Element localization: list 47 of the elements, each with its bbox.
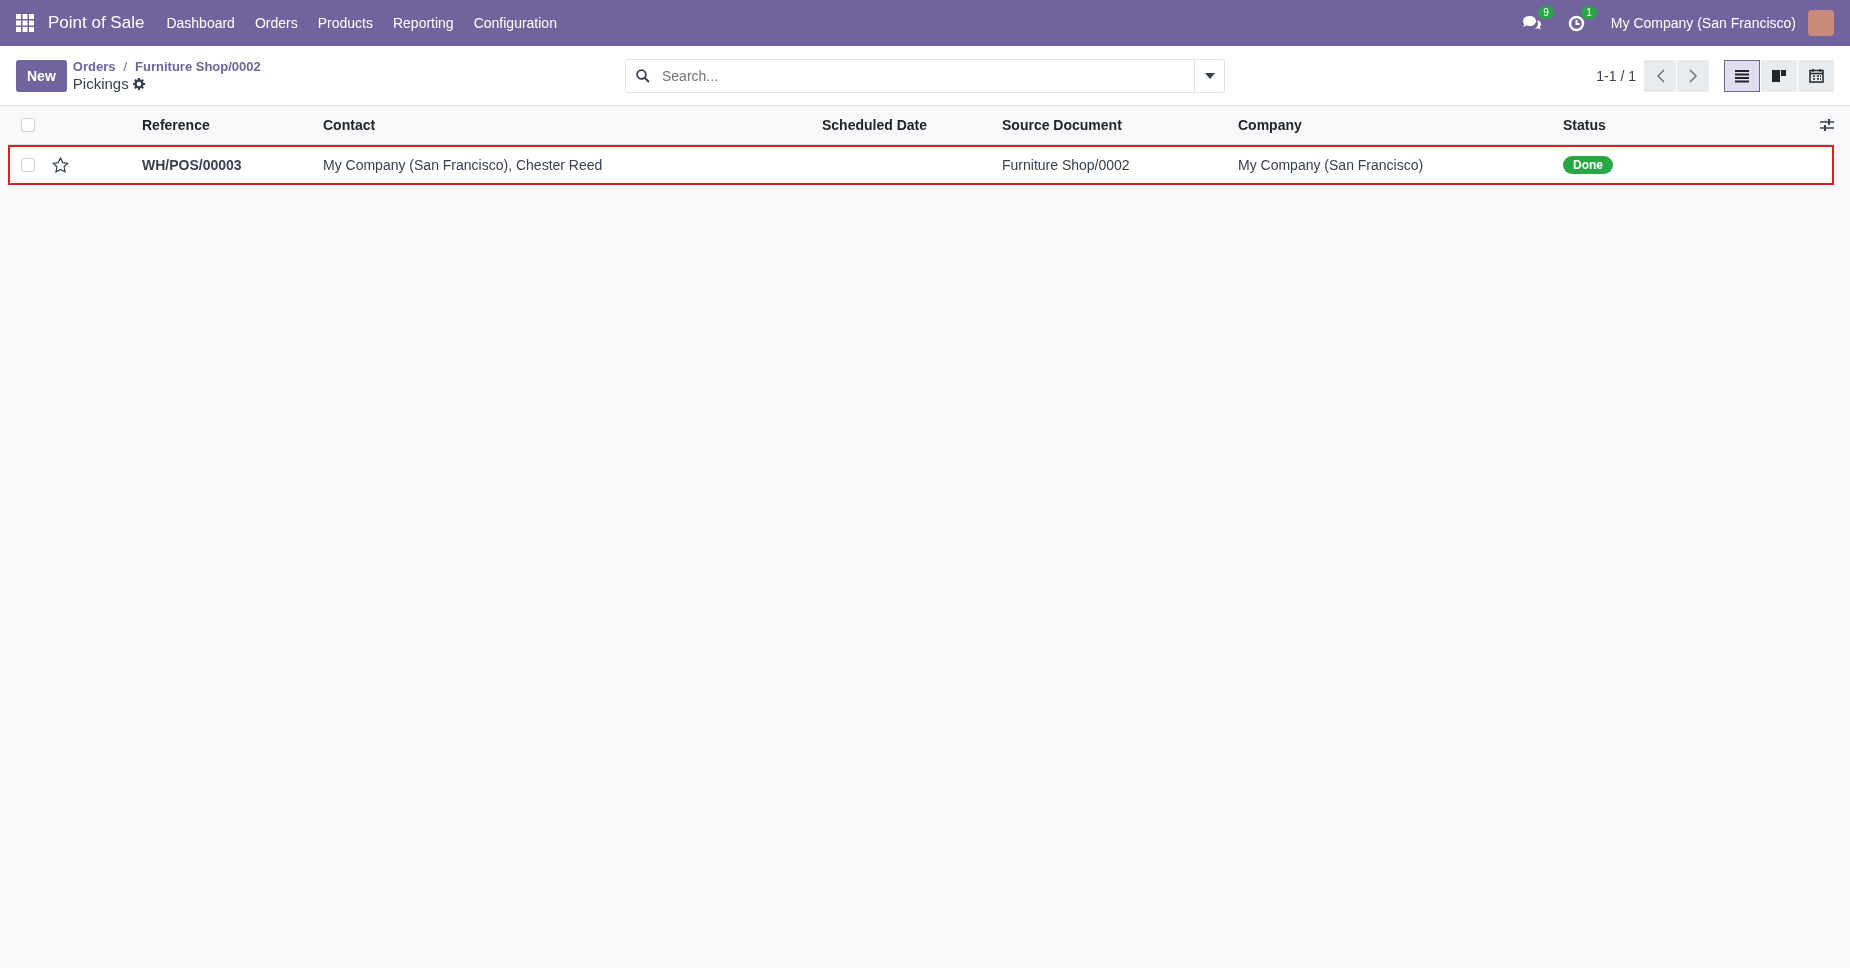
chevron-left-icon (1655, 68, 1665, 83)
column-header[interactable]: Scheduled Date (814, 117, 994, 133)
column-header[interactable]: Source Document (994, 117, 1230, 133)
breadcrumb-link[interactable]: Orders (72, 59, 116, 74)
column-header[interactable]: Status (1555, 117, 1796, 133)
menu-item[interactable]: Configuration (463, 15, 567, 31)
message-count-badge: 9 (1538, 6, 1554, 19)
clock-icon[interactable] (1567, 14, 1585, 32)
search-icon (636, 68, 650, 83)
menu-item[interactable]: Orders (244, 15, 308, 31)
app-name[interactable]: Point of Sale (48, 13, 145, 33)
star-icon[interactable] (52, 156, 69, 173)
company-switcher[interactable]: My Company (San Francisco) (1610, 15, 1796, 31)
table-cell-text: My Company (San Francisco), Chester Reed (322, 156, 604, 173)
search-field[interactable]: Search... (625, 58, 1195, 93)
chevron-right-icon (1688, 68, 1698, 83)
activity-count-badge: 1 (1581, 5, 1597, 19)
kanban-view-button[interactable] (1761, 59, 1797, 92)
menu-item[interactable]: Products (307, 15, 383, 31)
table-cell-text: My Company (San Francisco) (1237, 156, 1425, 173)
chat-icon[interactable] (1521, 15, 1542, 31)
list-view-button[interactable] (1724, 59, 1760, 92)
column-header[interactable]: Contact (315, 117, 814, 133)
calendar-view-button[interactable] (1798, 59, 1834, 92)
column-header[interactable]: Company (1230, 117, 1555, 133)
kanban-icon (1771, 68, 1787, 83)
breadcrumb-separator: / (123, 59, 128, 74)
select-all-checkbox[interactable] (21, 118, 35, 132)
table-cell-text: WH/POS/00003 (141, 156, 243, 173)
column-header[interactable]: Reference (134, 117, 315, 133)
search-options-button[interactable] (1195, 58, 1225, 93)
status-badge: Done (1563, 155, 1613, 174)
menu-item[interactable]: Dashboard (156, 15, 245, 31)
menu-item[interactable]: Reporting (382, 15, 464, 31)
new-button[interactable]: New (16, 59, 67, 92)
highlighted-row[interactable]: WH/POS/00003 My Company (San Francisco), Chester Reed Furniture Shop/0002 My Company (San Francisco) Done (8, 145, 1834, 185)
list-icon (1734, 68, 1750, 83)
apps-grid-icon[interactable] (16, 14, 34, 32)
table-cell-text: Furniture Shop/0002 (1001, 156, 1131, 173)
caret-icon (1204, 72, 1215, 79)
calendar-icon (1808, 68, 1824, 83)
row-checkbox[interactable] (21, 157, 35, 172)
sliders-icon[interactable] (1820, 119, 1834, 131)
gear-icon[interactable] (132, 77, 145, 90)
page-title: Pickings (72, 75, 129, 92)
pager-value: 1-1 / 1 (1596, 67, 1636, 84)
breadcrumb-link[interactable]: Furniture Shop/0002 (135, 59, 261, 74)
